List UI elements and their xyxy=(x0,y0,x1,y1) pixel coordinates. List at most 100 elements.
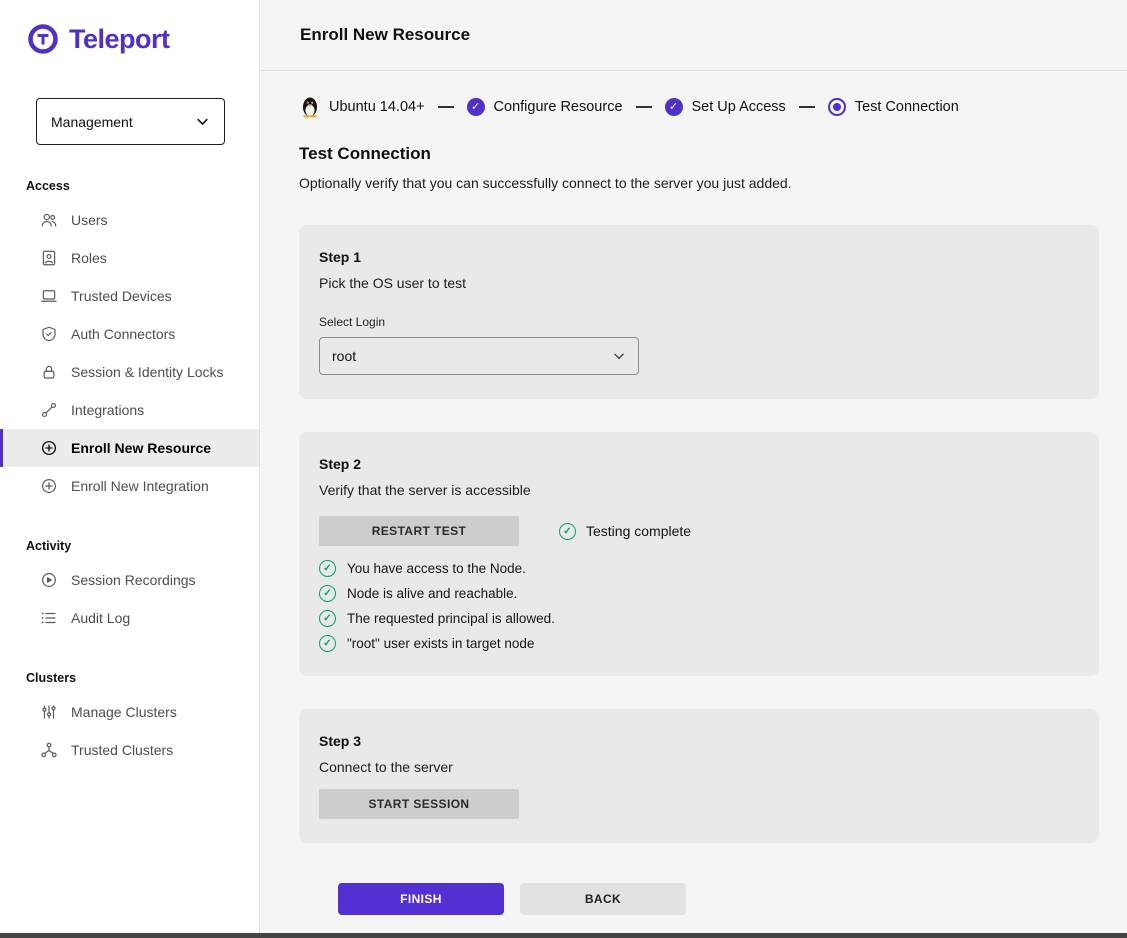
sidebar-item-label: Trusted Devices xyxy=(71,288,172,304)
sidebar-item-label: Enroll New Resource xyxy=(71,440,211,456)
test-checks-list: You have access to the Node. Node is ali… xyxy=(319,560,1079,652)
step1-description: Pick the OS user to test xyxy=(319,275,1079,291)
chevron-down-icon xyxy=(195,114,210,129)
sidebar-item-trusted-devices[interactable]: Trusted Devices xyxy=(0,277,259,315)
app-window: Teleport Management Access Users Roles T… xyxy=(0,0,1127,938)
content-area: Test Connection Optionally verify that y… xyxy=(260,118,1127,915)
sidebar-item-users[interactable]: Users xyxy=(0,201,259,239)
page-header: Enroll New Resource xyxy=(260,0,1127,71)
step3-description: Connect to the server xyxy=(319,759,1079,775)
sidebar-item-roles[interactable]: Roles xyxy=(0,239,259,277)
plus-circle-icon xyxy=(40,477,58,495)
content-subtitle: Optionally verify that you can successfu… xyxy=(299,175,1127,191)
list-icon xyxy=(40,609,58,627)
linux-penguin-icon xyxy=(300,95,320,118)
back-button[interactable]: BACK xyxy=(520,883,686,915)
main-panel: Enroll New Resource Ubuntu 14.04+ Config… xyxy=(260,0,1127,938)
stepper-os: Ubuntu 14.04+ xyxy=(300,95,425,118)
stepper-step-set-up-access: Set Up Access xyxy=(665,98,786,116)
stepper-step-configure-resource: Configure Resource xyxy=(467,98,623,116)
sidebar-item-session-identity-locks[interactable]: Session & Identity Locks xyxy=(0,353,259,391)
step1-card: Step 1 Pick the OS user to test Select L… xyxy=(299,225,1099,399)
sidebar-item-label: Integrations xyxy=(71,402,144,418)
teleport-logo[interactable]: Teleport xyxy=(0,0,259,56)
footer-actions: FINISH BACK xyxy=(338,883,1127,915)
stepper-dash xyxy=(799,106,815,108)
testing-status-label: Testing complete xyxy=(586,523,691,539)
check-circle-icon xyxy=(319,610,336,627)
step2-title: Step 2 xyxy=(319,456,1079,472)
step1-title: Step 1 xyxy=(319,249,1079,265)
content-title: Test Connection xyxy=(299,144,1127,164)
play-circle-icon xyxy=(40,571,58,589)
sidebar: Teleport Management Access Users Roles T… xyxy=(0,0,260,938)
sidebar-item-integrations[interactable]: Integrations xyxy=(0,391,259,429)
sidebar-item-enroll-new-integration[interactable]: Enroll New Integration xyxy=(0,467,259,505)
check-label: You have access to the Node. xyxy=(347,561,526,576)
sidebar-item-label: Session & Identity Locks xyxy=(71,364,224,380)
sidebar-item-label: Audit Log xyxy=(71,610,130,626)
sidebar-item-label: Enroll New Integration xyxy=(71,478,209,494)
logo-text: Teleport xyxy=(69,24,170,55)
testing-status: Testing complete xyxy=(559,523,691,540)
login-select-value: root xyxy=(332,348,356,364)
step2-description: Verify that the server is accessible xyxy=(319,482,1079,498)
sidebar-item-audit-log[interactable]: Audit Log xyxy=(0,599,259,637)
users-icon xyxy=(40,211,58,229)
shield-icon xyxy=(40,325,58,343)
management-dropdown[interactable]: Management xyxy=(36,98,225,145)
sidebar-item-label: Auth Connectors xyxy=(71,326,175,342)
stepper: Ubuntu 14.04+ Configure Resource Set Up … xyxy=(260,71,1127,118)
list-item: "root" user exists in target node xyxy=(319,635,1079,652)
sidebar-section-activity: Activity xyxy=(26,539,259,553)
list-item: You have access to the Node. xyxy=(319,560,1079,577)
step3-card: Step 3 Connect to the server START SESSI… xyxy=(299,709,1099,843)
lock-icon xyxy=(40,363,58,381)
integrations-icon xyxy=(40,401,58,419)
plus-circle-icon xyxy=(40,439,58,457)
check-circle-icon xyxy=(467,98,485,116)
sidebar-section-access: Access xyxy=(26,179,259,193)
list-item: Node is alive and reachable. xyxy=(319,585,1079,602)
check-circle-icon xyxy=(319,635,336,652)
login-select[interactable]: root xyxy=(319,337,639,375)
roles-icon xyxy=(40,249,58,267)
sidebar-item-auth-connectors[interactable]: Auth Connectors xyxy=(0,315,259,353)
check-label: The requested principal is allowed. xyxy=(347,611,555,626)
sliders-icon xyxy=(40,703,58,721)
list-item: The requested principal is allowed. xyxy=(319,610,1079,627)
management-dropdown-value: Management xyxy=(51,114,133,130)
page-title: Enroll New Resource xyxy=(300,25,470,45)
start-session-button[interactable]: START SESSION xyxy=(319,789,519,819)
sidebar-item-label: Trusted Clusters xyxy=(71,742,173,758)
check-label: "root" user exists in target node xyxy=(347,636,534,651)
active-step-radio-icon xyxy=(828,98,846,116)
stepper-step-label: Configure Resource xyxy=(494,99,623,115)
teleport-logo-icon xyxy=(26,22,60,56)
select-login-label: Select Login xyxy=(319,315,1079,329)
sidebar-item-label: Session Recordings xyxy=(71,572,196,588)
step3-title: Step 3 xyxy=(319,733,1079,749)
stepper-dash xyxy=(636,106,652,108)
stepper-dash xyxy=(438,106,454,108)
sidebar-item-label: Manage Clusters xyxy=(71,704,177,720)
check-circle-icon xyxy=(319,560,336,577)
sidebar-item-session-recordings[interactable]: Session Recordings xyxy=(0,561,259,599)
finish-button[interactable]: FINISH xyxy=(338,883,504,915)
sidebar-item-enroll-new-resource[interactable]: Enroll New Resource xyxy=(0,429,259,467)
restart-test-button[interactable]: RESTART TEST xyxy=(319,516,519,546)
sidebar-item-manage-clusters[interactable]: Manage Clusters xyxy=(0,693,259,731)
network-icon xyxy=(40,741,58,759)
chevron-down-icon xyxy=(612,349,626,363)
laptop-icon xyxy=(40,287,58,305)
check-circle-icon xyxy=(319,585,336,602)
stepper-step-test-connection: Test Connection xyxy=(828,98,959,116)
sidebar-item-label: Roles xyxy=(71,250,107,266)
stepper-step-label: Test Connection xyxy=(855,99,959,115)
stepper-step-label: Set Up Access xyxy=(692,99,786,115)
step2-card: Step 2 Verify that the server is accessi… xyxy=(299,432,1099,676)
stepper-os-label: Ubuntu 14.04+ xyxy=(329,99,425,115)
sidebar-item-trusted-clusters[interactable]: Trusted Clusters xyxy=(0,731,259,769)
sidebar-item-label: Users xyxy=(71,212,108,228)
sidebar-section-clusters: Clusters xyxy=(26,671,259,685)
